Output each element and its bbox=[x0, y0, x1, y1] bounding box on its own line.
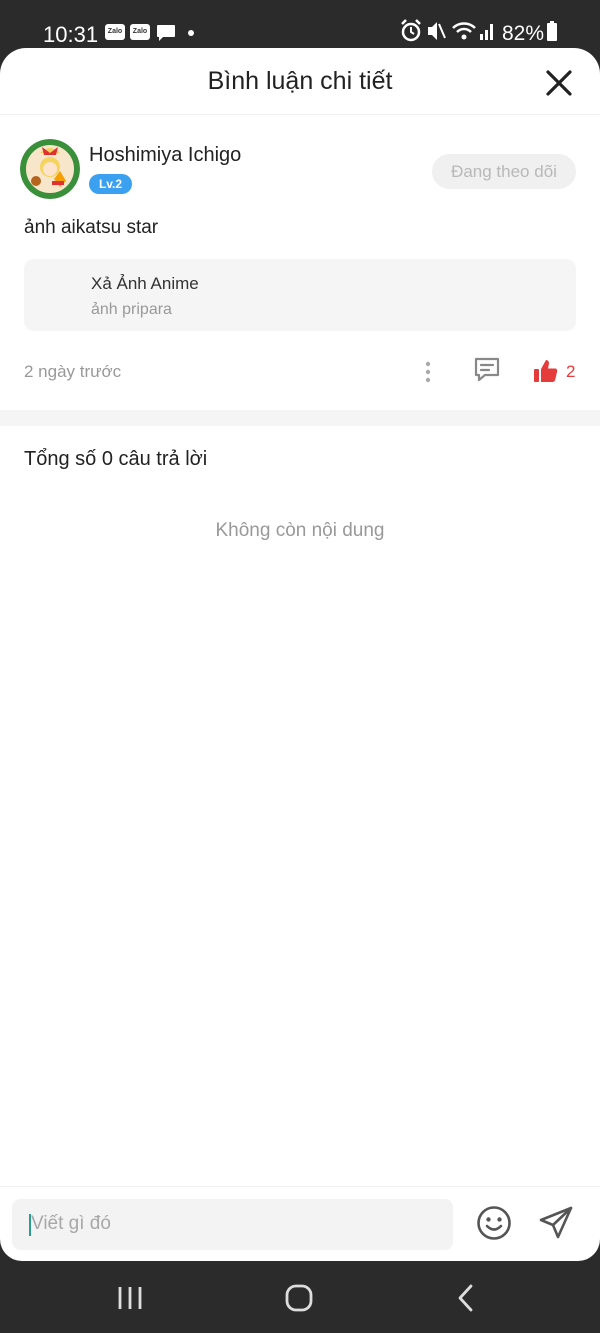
recent-apps-icon[interactable] bbox=[110, 1282, 150, 1314]
comment-text: ảnh aikatsu star bbox=[24, 217, 159, 238]
system-nav-bar bbox=[0, 1262, 600, 1333]
status-bar: 10:31 Zalo Zalo 82% bbox=[0, 0, 600, 48]
message-icon bbox=[157, 25, 175, 41]
like-icon[interactable] bbox=[532, 357, 560, 385]
emoji-icon[interactable] bbox=[476, 1205, 512, 1241]
page-title: Bình luận chi tiết bbox=[207, 67, 393, 95]
avatar[interactable] bbox=[20, 139, 80, 199]
post-title: Xả Ảnh Anime bbox=[91, 274, 199, 293]
follow-button[interactable]: Đang theo dõi bbox=[432, 154, 576, 189]
post-subtitle: ảnh pripara bbox=[91, 301, 172, 318]
battery-icon bbox=[547, 21, 557, 41]
more-icon[interactable] bbox=[418, 359, 438, 385]
signal-icon bbox=[480, 24, 493, 40]
send-icon[interactable] bbox=[538, 1205, 574, 1241]
mute-icon bbox=[428, 22, 446, 40]
close-icon[interactable] bbox=[542, 66, 576, 100]
composer-divider bbox=[0, 1186, 600, 1187]
comment-detail-sheet: Bình luận chi tiết Hoshimiya Ichigo Lv.2… bbox=[0, 48, 600, 1261]
section-divider bbox=[0, 410, 600, 426]
notification-dot bbox=[188, 30, 194, 36]
zalo-icon: Zalo bbox=[105, 24, 125, 40]
comment-input-placeholder: Viết gì đó bbox=[31, 1213, 111, 1234]
back-icon[interactable] bbox=[447, 1282, 487, 1314]
zalo-icon: Zalo bbox=[130, 24, 150, 40]
reply-icon[interactable] bbox=[473, 356, 501, 384]
wifi-icon bbox=[452, 22, 476, 40]
username[interactable]: Hoshimiya Ichigo bbox=[89, 144, 241, 167]
reply-total: Tổng số 0 câu trả lời bbox=[24, 448, 208, 470]
comment-timestamp: 2 ngày trước bbox=[24, 362, 122, 381]
empty-state: Không còn nội dung bbox=[215, 520, 385, 541]
battery-percent: 82% bbox=[502, 22, 545, 45]
home-icon[interactable] bbox=[279, 1282, 319, 1314]
level-badge: Lv.2 bbox=[89, 174, 132, 194]
linked-post-card[interactable]: Xả Ảnh Anime ảnh pripara bbox=[24, 259, 576, 331]
comment-input[interactable]: Viết gì đó bbox=[12, 1199, 453, 1250]
alarm-icon bbox=[401, 19, 421, 42]
header-divider bbox=[0, 114, 600, 115]
like-count: 2 bbox=[566, 362, 576, 381]
status-time: 10:31 bbox=[43, 22, 99, 47]
